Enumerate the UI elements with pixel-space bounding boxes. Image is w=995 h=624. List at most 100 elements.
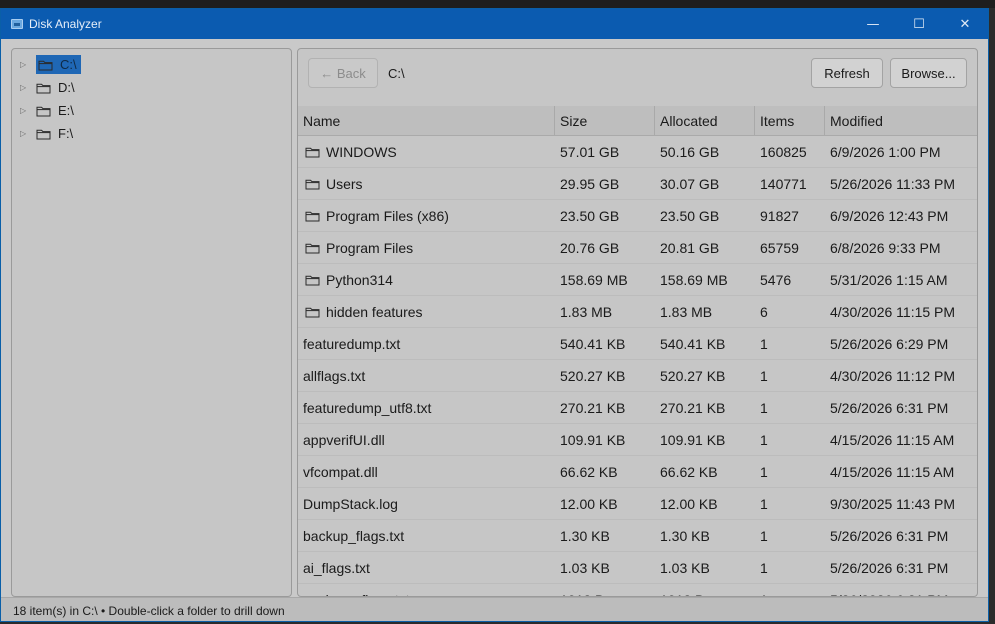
folder-icon [305,242,320,254]
column-header-name[interactable]: Name [298,106,555,135]
title-bar[interactable]: Disk Analyzer — ☐ ✕ [1,9,988,39]
expand-arrow-icon[interactable]: ▷ [20,83,30,92]
cell-size: 29.95 GB [555,168,655,199]
cell-modified: 5/26/2026 6:29 PM [825,328,965,359]
table-row[interactable]: WINDOWS 57.01 GB 50.16 GB 160825 6/9/2026 1:… [298,136,977,168]
table-row[interactable]: Users 29.95 GB 30.07 GB 140771 5/26/2026 11:… [298,168,977,200]
cell-text: 4/15/2026 11:15 AM [830,431,955,448]
cell-modified: 6/9/2026 12:43 PM [825,200,965,231]
cell-name: appverifUI.dll [298,424,555,455]
cell-size: 12.00 KB [555,488,655,519]
cell-modified: 5/26/2026 6:31 PM [825,392,965,423]
column-header-size[interactable]: Size [555,106,655,135]
cell-allocated: 20.81 GB [655,232,755,263]
cell-text: 540.41 KB [660,335,726,352]
cell-text: 520.27 KB [560,367,626,384]
table-row[interactable]: backup_flags.txt 1.30 KB 1.30 KB 1 5/26/2026… [298,520,977,552]
folder-icon [305,306,320,318]
cell-size: 57.01 GB [555,136,655,167]
cell-text: 30.07 GB [660,175,720,192]
cell-text: 160825 [760,143,807,160]
cell-text: Users [326,175,363,192]
cell-allocated: 1.30 KB [655,520,755,551]
cell-text: 140771 [760,175,807,192]
tree-item[interactable]: ▷ D:\ [12,76,291,99]
cell-text: allflags.txt [303,367,366,384]
table-row[interactable]: Program Files (x86) 23.50 GB 23.50 GB 91827… [298,200,977,232]
cell-text: 6/8/2026 9:33 PM [830,239,941,256]
tree-item-content[interactable]: C:\ [36,55,81,74]
refresh-button[interactable]: Refresh [811,58,883,88]
table-row[interactable]: featuredump_utf8.txt 270.21 KB 270.21 KB 1 5… [298,392,977,424]
cell-text: 109.91 KB [560,431,626,448]
table-header: Name Size Allocated Items Modified [298,106,977,136]
table-row[interactable]: featuredump.txt 540.41 KB 540.41 KB 1 5/26/2… [298,328,977,360]
table-row[interactable]: ai_flags.txt 1.03 KB 1.03 KB 1 5/26/2026 6:3… [298,552,977,584]
cell-size: 158.69 MB [555,264,655,295]
cell-modified: 4/30/2026 11:15 PM [825,296,965,327]
table-row[interactable]: hidden features 1.83 MB 1.83 MB 6 4/30/2026 … [298,296,977,328]
cell-text: 5/31/2026 1:15 AM [830,271,948,288]
cell-name: ai_flags.txt [298,552,555,583]
table-row[interactable]: vfcompat.dll 66.62 KB 66.62 KB 1 4/15/2026 1… [298,456,977,488]
cell-items: 5476 [755,264,825,295]
expand-arrow-icon[interactable]: ▷ [20,129,30,138]
cell-size: 66.62 KB [555,456,655,487]
cell-items: 6 [755,296,825,327]
folder-icon [36,128,51,140]
cell-text: 520.27 KB [660,367,726,384]
expand-arrow-icon[interactable]: ▷ [20,60,30,69]
cell-text: DumpStack.log [303,495,398,512]
table-row[interactable]: DumpStack.log 12.00 KB 12.00 KB 1 9/30/2025 … [298,488,977,520]
cell-size: 1.83 MB [555,296,655,327]
table-row[interactable]: allflags.txt 520.27 KB 520.27 KB 1 4/30/2026… [298,360,977,392]
cell-name: Program Files (x86) [298,200,555,231]
back-button[interactable]: ← Back [308,58,378,88]
table-row[interactable]: Program Files 20.76 GB 20.81 GB 65759 6/8/20… [298,232,977,264]
cell-text: 50.16 GB [660,143,720,160]
cell-items: 1 [755,424,825,455]
cell-items: 1 [755,392,825,423]
cell-text: 57.01 GB [560,143,620,160]
cell-text: 1.83 MB [560,303,613,320]
status-bar: 18 item(s) in C:\ • Double-click a folde… [1,597,988,621]
maximize-button[interactable]: ☐ [896,9,942,39]
cell-size: 520.27 KB [555,360,655,391]
folder-tree: ▷ C:\ ▷ D:\ ▷ E:\ ▷ F:\ [11,48,292,597]
cell-allocated: 1.83 MB [655,296,755,327]
tree-item[interactable]: ▷ F:\ [12,122,291,145]
cell-modified: 5/31/2026 1:15 AM [825,264,965,295]
cell-modified: 4/15/2026 11:15 AM [825,424,965,455]
tree-item-content[interactable]: D:\ [36,79,77,96]
close-button[interactable]: ✕ [942,9,988,39]
cell-text: 540.41 KB [560,335,626,352]
cell-text: 1 [760,335,768,352]
cell-items: 1 [755,520,825,551]
cell-text: 5/26/2026 6:29 PM [830,335,949,352]
tree-item-label: E:\ [58,103,74,118]
column-header-items[interactable]: Items [755,106,825,135]
tree-item-content[interactable]: F:\ [36,125,75,142]
cell-text: 5/26/2026 6:31 PM [830,399,949,416]
cell-text: 5/26/2026 11:33 PM [830,175,956,192]
tree-item-content[interactable]: E:\ [36,102,76,119]
expand-arrow-icon[interactable]: ▷ [20,106,30,115]
cell-text: 29.95 GB [560,175,620,192]
tree-item[interactable]: ▷ E:\ [12,99,291,122]
table-row[interactable]: appverifUI.dll 109.91 KB 109.91 KB 1 4/15/20… [298,424,977,456]
cell-allocated: 50.16 GB [655,136,755,167]
tree-item[interactable]: ▷ C:\ [12,53,291,76]
browse-button[interactable]: Browse... [890,58,967,88]
column-header-modified[interactable]: Modified [825,106,965,135]
table-row[interactable]: explorer_flags.txt1012 B1012 B15/26/2026… [298,584,977,597]
cell-allocated: 1012 B [655,584,755,597]
cell-text: 1.83 MB [660,303,713,320]
cell-text: 9/30/2025 11:43 PM [830,495,956,512]
minimize-button[interactable]: — [850,9,896,39]
folder-icon [305,178,320,190]
table-row[interactable]: Python314 158.69 MB 158.69 MB 5476 5/31/2026… [298,264,977,296]
cell-name: featuredump_utf8.txt [298,392,555,423]
tree-item-label: C:\ [60,57,77,72]
cell-modified: 6/8/2026 9:33 PM [825,232,965,263]
column-header-allocated[interactable]: Allocated [655,106,755,135]
